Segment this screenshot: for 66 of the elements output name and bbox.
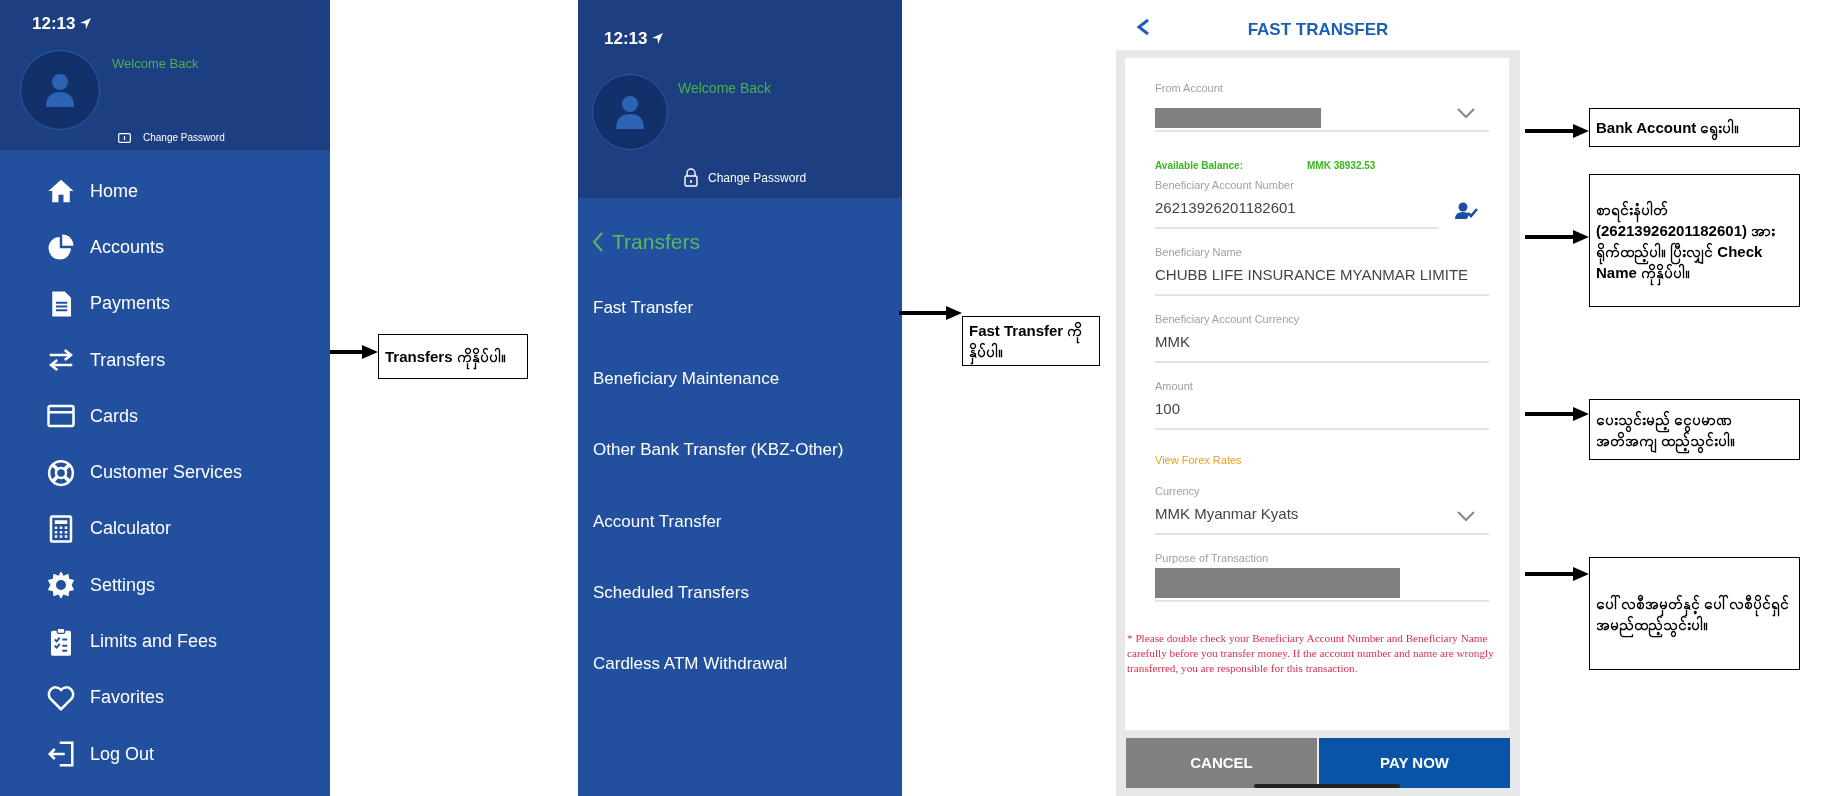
callout-box: Bank Account ရွေးပါ။ xyxy=(1589,108,1800,147)
input-field[interactable]: 26213926201182601 xyxy=(1155,193,1439,229)
callout-box: Transfers ကိုနှိပ်ပါ။ xyxy=(378,334,528,379)
lock-icon xyxy=(684,168,698,187)
back-chevron-icon xyxy=(592,230,604,253)
menu-item[interactable]: Cardless ATM Withdrawal xyxy=(593,651,788,677)
menu-item[interactable]: Calculator xyxy=(90,515,172,543)
field-label: Beneficiary Account Currency xyxy=(1155,311,1301,327)
location-arrow-icon xyxy=(651,32,665,46)
welcome-text: Welcome Back xyxy=(678,79,772,98)
pointer-arrow xyxy=(899,306,962,320)
lifebuoy-icon xyxy=(46,457,76,488)
status-time: 12:13 xyxy=(32,13,76,35)
callout-box: ပေးသွင်းမည့် ငွေပမာဏ အတိအကျ ထည့်သွင်းပါ။ xyxy=(1589,399,1800,460)
field-label: Beneficiary Name xyxy=(1155,244,1243,260)
menu-item[interactable]: Settings xyxy=(90,571,156,599)
menu-item[interactable]: Favorites xyxy=(90,684,165,712)
change-password-link[interactable]: Change Password xyxy=(143,130,225,145)
field-label: From Account xyxy=(1155,80,1224,96)
pointer-arrow xyxy=(1525,230,1589,244)
input-field[interactable]: MMK xyxy=(1155,327,1489,363)
balance-label: Available Balance: xyxy=(1155,159,1243,173)
menu-item[interactable]: Log Out xyxy=(90,740,155,768)
key-icon xyxy=(118,132,131,143)
logout-icon xyxy=(46,739,76,770)
menu-item[interactable]: Other Bank Transfer (KBZ-Other) xyxy=(593,437,844,463)
pointer-arrow xyxy=(1525,124,1589,138)
menu-item[interactable]: Customer Services xyxy=(90,459,243,487)
gear-icon xyxy=(46,570,76,601)
pay-now-button[interactable]: PAY NOW xyxy=(1319,738,1510,788)
menu-item[interactable]: Home xyxy=(90,177,138,205)
warning-note: * Please double check your Beneficiary Account Number and Beneficiary Name carefully before you transfer money. If the account number and name are wrongly transferred, you are responsible for this transaction. xyxy=(1126,631,1495,676)
menu-item[interactable]: Limits and Fees xyxy=(90,628,218,655)
status-time: 12:13 xyxy=(604,28,648,50)
menu-item[interactable]: Cards xyxy=(90,402,138,430)
input-field[interactable]: CHUBB LIFE INSURANCE MYANMAR LIMITE xyxy=(1155,260,1489,296)
input-field[interactable]: 100 xyxy=(1155,394,1489,430)
menu-item[interactable]: Account Transfer xyxy=(593,508,722,535)
change-password-link[interactable]: Change Password xyxy=(708,168,807,187)
menu-item[interactable]: Beneficiary Maintenance xyxy=(593,366,780,392)
menu-item[interactable]: Transfers xyxy=(90,346,166,374)
field-label: Currency xyxy=(1155,483,1201,499)
field-label: Beneficiary Account Number xyxy=(1155,177,1295,193)
cancel-button[interactable]: CANCEL xyxy=(1126,738,1317,788)
dropdown-chevron-icon[interactable] xyxy=(1457,107,1475,119)
location-arrow-icon xyxy=(79,17,93,31)
menu-item[interactable]: Scheduled Transfers xyxy=(593,580,749,606)
dropdown-field[interactable]: MMK Myanmar Kyats xyxy=(1155,499,1489,535)
pointer-arrow xyxy=(330,345,378,359)
input-field[interactable] xyxy=(1155,566,1489,602)
field-label: Amount xyxy=(1155,378,1194,394)
pointer-arrow xyxy=(1525,567,1589,581)
callout-box: စာရင်းနံပါတ် (26213926201182601) အား ရိုက်ထည့်ပါ။ ပြီးလျှင် Check Name ကိုနှိပ်ပါ။ xyxy=(1589,174,1800,307)
menu-item[interactable]: Fast Transfer xyxy=(593,294,694,321)
back-icon[interactable] xyxy=(1136,18,1150,36)
user-check-icon[interactable] xyxy=(1455,202,1479,220)
menu-item[interactable]: Payments xyxy=(90,290,171,318)
screen-title: FAST TRANSFER xyxy=(1247,20,1389,39)
callout-box: Fast Transfer ကိုနှိပ်ပါ။ xyxy=(962,316,1100,366)
menu-item[interactable]: Accounts xyxy=(90,233,165,261)
balance-value: MMK 38932.53 xyxy=(1307,159,1376,173)
dropdown-chevron-icon[interactable] xyxy=(1457,510,1475,522)
pointer-arrow xyxy=(1525,407,1589,421)
field-label: Purpose of Transaction xyxy=(1155,550,1270,566)
welcome-text: Welcome Back xyxy=(112,55,199,73)
callout-box: ပေါ်လစီအမှတ်နှင့် ပေါ်လစီပိုင်ရှင်အမည်ထည့်သွင်းပါ။ xyxy=(1589,557,1800,670)
